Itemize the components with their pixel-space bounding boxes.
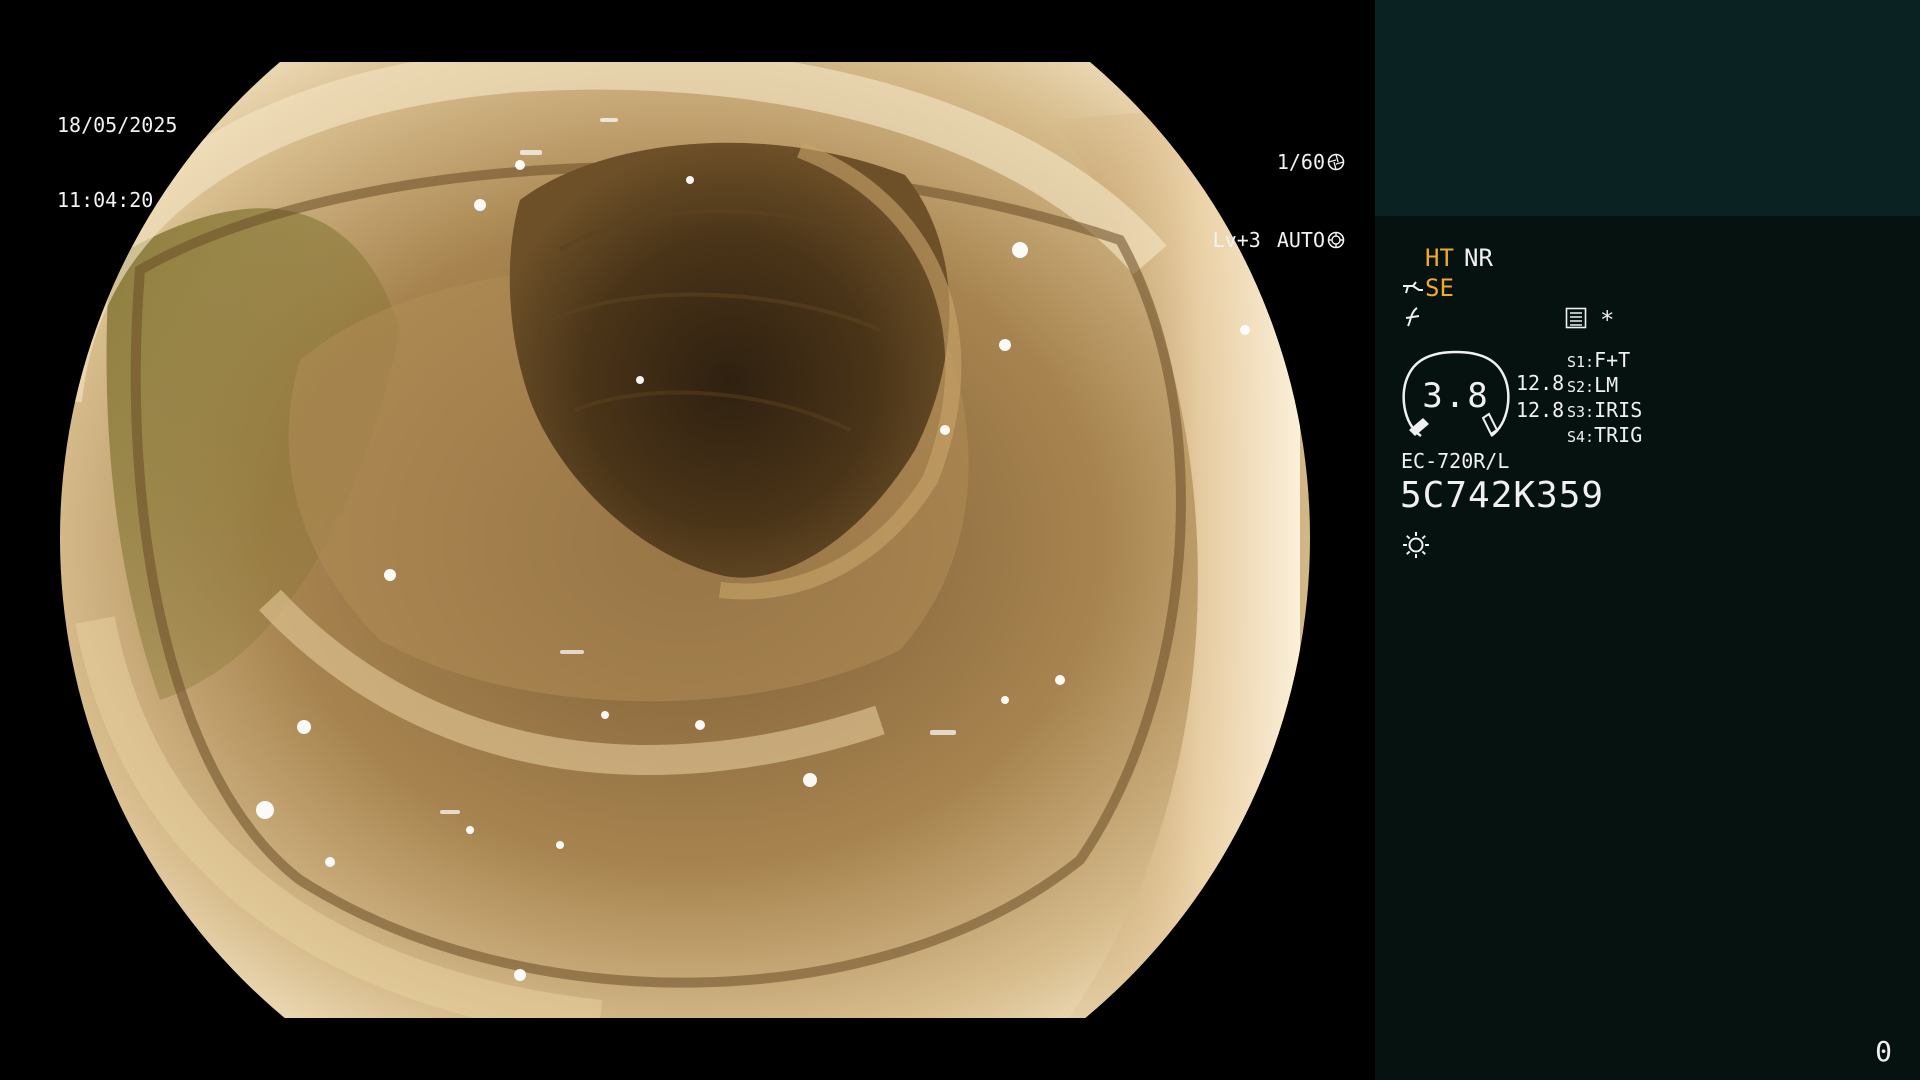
switch-s1: S1:F+T [1567, 348, 1630, 372]
switch-s1-value: F+T [1594, 348, 1631, 372]
time-text: 11:04:20 [57, 188, 154, 212]
water-pump-icon [1403, 281, 1423, 294]
nr-mode-indicator: NR [1464, 244, 1493, 272]
gauge-side-value-2: 12.8 [1516, 398, 1565, 422]
scope-serial: 5C742K359 [1400, 475, 1605, 516]
level-text: Lv+3 [1212, 227, 1261, 252]
auto-mode-text: AUTO [1276, 227, 1325, 252]
shutter-readout: 1/60 Lv+3 AUTO [1213, 98, 1345, 304]
date-time-readout: 18/05/2025 11:04:20 [57, 63, 177, 263]
endoscopy-display: 18/05/2025 11:04:20 1/60 Lv+3 AUTO HT NR… [0, 0, 1920, 1080]
menu-icon [1565, 307, 1587, 329]
switch-s4-value: TRIG [1594, 423, 1643, 447]
light-icon [1403, 532, 1429, 558]
gauge-side-value-1: 12.8 [1516, 371, 1565, 395]
info-panel: HT NR SE * 3.8 12.8 12.8 S1:F+T S2:LM S3… [1375, 0, 1920, 1080]
corner-counter: 0 [1875, 1035, 1892, 1068]
switch-s2-value: LM [1594, 373, 1619, 397]
scope-model: EC-720R/L [1401, 449, 1510, 473]
star-indicator: * [1600, 306, 1615, 334]
colon-lumen-image [60, 62, 1310, 1018]
switch-s1-key: S1: [1567, 353, 1595, 371]
switch-s3: S3:IRIS [1567, 398, 1642, 422]
switch-s2-key: S2: [1567, 378, 1595, 396]
switch-s3-value: IRIS [1594, 398, 1643, 422]
switch-s4: S4:TRIG [1567, 423, 1642, 447]
shutter-speed-text: 1/60 [1276, 149, 1325, 174]
switch-s3-key: S3: [1567, 403, 1595, 421]
aperture-icon [1327, 153, 1345, 171]
freeze-icon [1405, 307, 1420, 327]
endoscope-video: 18/05/2025 11:04:20 1/60 Lv+3 AUTO [0, 0, 1375, 1080]
auto-iris-icon [1327, 231, 1345, 249]
se-mode-indicator: SE [1425, 274, 1454, 302]
patient-info-area [1375, 0, 1920, 216]
switch-s4-key: S4: [1567, 428, 1595, 446]
date-text: 18/05/2025 [57, 113, 178, 137]
switch-s2: S2:LM [1567, 373, 1618, 397]
gauge-value: 3.8 [1422, 376, 1490, 416]
ht-mode-indicator: HT [1425, 244, 1454, 272]
